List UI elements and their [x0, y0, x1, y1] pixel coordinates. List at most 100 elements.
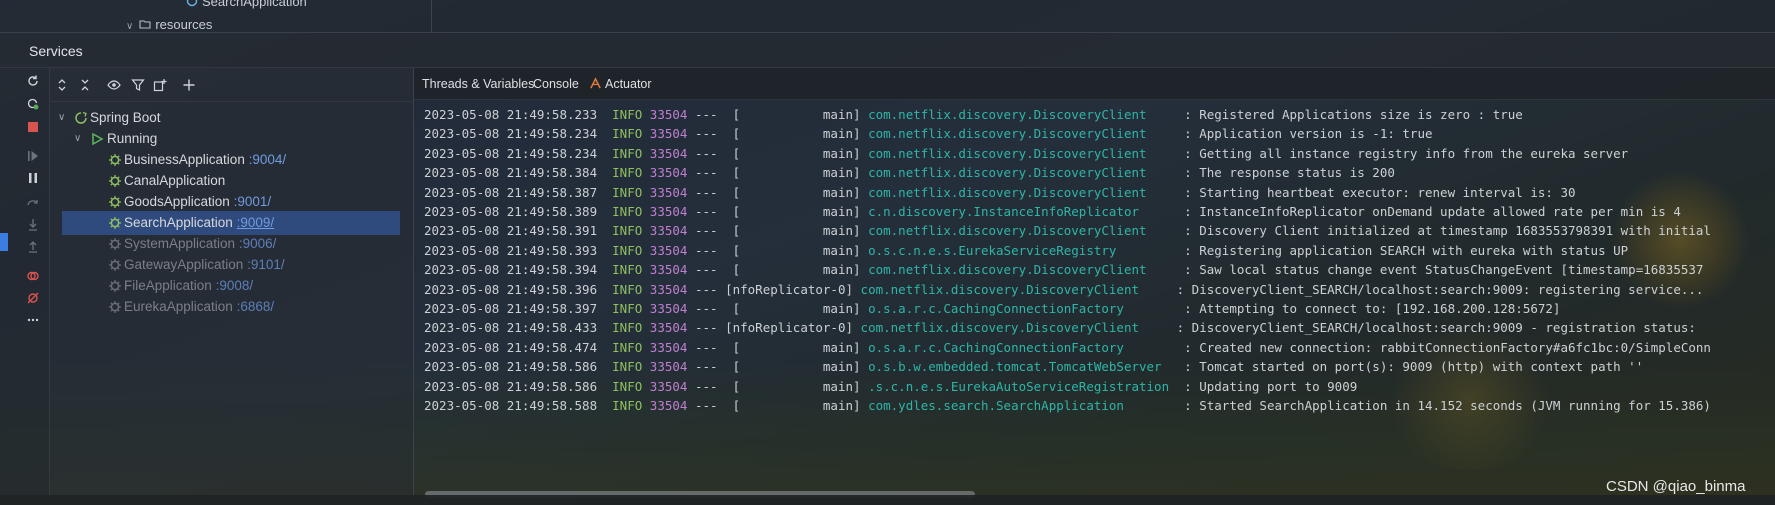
- application-name: EurekaApplication: [124, 299, 233, 314]
- log-logger: com.netflix.discovery.DiscoveryClient: [868, 184, 1177, 200]
- log-level: INFO: [612, 320, 643, 336]
- log-message: : Updating port to 9009: [1176, 378, 1358, 394]
- log-logger: com.ydles.search.SearchApplication: [868, 398, 1177, 413]
- rerun-button[interactable]: [24, 72, 42, 90]
- collapse-all-icon: [81, 79, 89, 91]
- log-thread: --- [nfoReplicator-0]: [694, 281, 854, 297]
- spring-app-icon: [109, 217, 121, 229]
- log-timestamp: 2023-05-08 21:49:58.586: [424, 359, 598, 375]
- log-level: INFO: [612, 359, 643, 375]
- log-logger: com.netflix.discovery.DiscoveryClient: [860, 320, 1170, 336]
- log-pid: 33504: [649, 378, 688, 394]
- log-message: : Registering application SEARCH with eu…: [1176, 242, 1629, 258]
- chevron-down-icon: ∨: [126, 21, 134, 32]
- more-actions-button[interactable]: [24, 311, 42, 329]
- pause-button[interactable]: [24, 169, 42, 187]
- spring-app-icon: [109, 280, 121, 292]
- application-port-link[interactable]: :6868/: [237, 299, 275, 314]
- mute-breakpoints-button[interactable]: [24, 289, 42, 307]
- log-timestamp: 2023-05-08 21:49:58.393: [424, 242, 598, 258]
- spring-boot-icon: [75, 111, 87, 124]
- resume-button[interactable]: [24, 147, 42, 165]
- filter-button[interactable]: [129, 76, 147, 94]
- add-service-button[interactable]: [180, 76, 198, 94]
- log-timestamp: 2023-05-08 21:49:58.397: [424, 301, 598, 316]
- log-thread: --- [ main]: [694, 107, 861, 122]
- tab-console[interactable]: Console: [533, 77, 579, 91]
- project-tree-item[interactable]: SearchApplication: [186, 0, 307, 9]
- log-pid: 33504: [649, 281, 688, 297]
- project-tree-item[interactable]: ∨ resources: [126, 17, 212, 32]
- spring-app-icon: [109, 175, 121, 187]
- actuator-icon: [590, 77, 601, 89]
- show-button[interactable]: [105, 76, 123, 94]
- application-port-link[interactable]: :9009/: [237, 215, 275, 230]
- run-icon: [92, 132, 104, 146]
- plus-icon: [183, 79, 195, 91]
- application-port-link[interactable]: :9006/: [239, 236, 277, 251]
- log-level: INFO: [612, 223, 643, 239]
- spring-app-icon: [109, 301, 121, 313]
- log-level: INFO: [612, 281, 643, 297]
- console-panel: Threads & Variables Console Actuator 202…: [414, 68, 1775, 495]
- step-into-button[interactable]: [24, 216, 42, 234]
- step-over-button[interactable]: [24, 194, 42, 212]
- log-timestamp: 2023-05-08 21:49:58.391: [424, 223, 598, 239]
- log-pid: 33504: [649, 398, 688, 413]
- log-timestamp: 2023-05-08 21:49:58.433: [424, 320, 598, 336]
- log-pid: 33504: [649, 359, 688, 375]
- log-timestamp: 2023-05-08 21:49:58.389: [424, 204, 598, 219]
- log-pid: 33504: [649, 339, 688, 355]
- log-logger: o.s.a.r.c.CachingConnectionFactory: [868, 301, 1177, 316]
- log-level: INFO: [612, 165, 643, 181]
- log-logger: o.s.c.n.e.s.EurekaServiceRegistry: [868, 242, 1177, 258]
- collapse-all-button[interactable]: [76, 76, 94, 94]
- log-level: INFO: [612, 398, 643, 413]
- rerun-debug-button[interactable]: [24, 95, 42, 113]
- log-timestamp: 2023-05-08 21:49:58.234: [424, 145, 598, 161]
- pause-icon: [29, 173, 37, 183]
- eye-icon: [107, 80, 121, 90]
- log-logger: com.netflix.discovery.DiscoveryClient: [868, 126, 1177, 142]
- rerun-debug-icon: [27, 98, 39, 110]
- mute-breakpoints-icon: [27, 292, 39, 304]
- status-strip: [0, 495, 1775, 505]
- log-thread: --- [ main]: [694, 223, 861, 239]
- log-pid: 33504: [649, 165, 688, 181]
- log-level: INFO: [612, 184, 643, 200]
- active-tool-indicator: [0, 233, 8, 251]
- application-port-link[interactable]: :9001/: [234, 194, 272, 209]
- folder-icon: [139, 20, 151, 29]
- view-breakpoints-button[interactable]: [24, 267, 42, 285]
- application-port-link[interactable]: :9004/: [249, 152, 287, 167]
- log-message: : Discovery Client initialized at timest…: [1176, 223, 1711, 239]
- services-tree-toolbar: [50, 68, 414, 102]
- spring-app-icon: [186, 0, 198, 7]
- stop-button[interactable]: [24, 118, 42, 136]
- services-title: Services: [29, 43, 83, 59]
- application-port-link[interactable]: :9008/: [216, 278, 254, 293]
- tree-node-label: EurekaApplication :6868/: [124, 295, 274, 319]
- log-pid: 33504: [649, 126, 688, 142]
- application-port-link[interactable]: :9101/: [247, 257, 285, 272]
- expand-all-button[interactable]: [53, 76, 71, 94]
- log-logger: com.netflix.discovery.DiscoveryClient: [868, 145, 1177, 161]
- step-out-button[interactable]: [24, 238, 42, 256]
- new-tab-icon: [153, 79, 167, 92]
- log-message: : DiscoveryClient_SEARCH/localhost:searc…: [1169, 281, 1704, 297]
- tree-node-application[interactable]: EurekaApplication :6868/: [50, 295, 414, 319]
- breakpoints-icon: [27, 271, 39, 281]
- new-group-button[interactable]: [151, 76, 169, 94]
- log-message: : InstanceInfoReplicator onDemand update…: [1176, 204, 1681, 219]
- spring-app-icon: [109, 196, 121, 208]
- log-timestamp: 2023-05-08 21:49:58.394: [424, 262, 598, 278]
- log-thread: --- [ main]: [694, 145, 861, 161]
- log-thread: --- [ main]: [694, 301, 861, 316]
- step-over-icon: [27, 200, 38, 206]
- project-tree-panel: SearchApplication ∨ resources: [0, 0, 432, 32]
- tab-threads-variables[interactable]: Threads & Variables: [422, 77, 534, 91]
- log-pid: 33504: [649, 107, 688, 122]
- console-log-output[interactable]: 2023-05-08 21:49:58.233 INFO 33504 --- […: [414, 100, 1775, 465]
- log-pid: 33504: [649, 223, 688, 239]
- tab-actuator[interactable]: Actuator: [589, 77, 652, 91]
